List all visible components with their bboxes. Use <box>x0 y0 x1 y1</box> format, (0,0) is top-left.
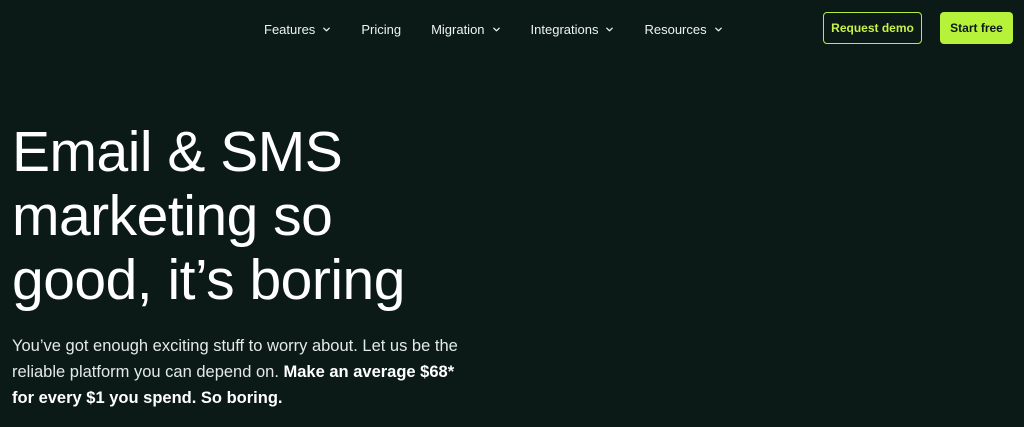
nav-item-resources[interactable]: Resources <box>644 22 722 37</box>
start-free-button[interactable]: Start free <box>940 12 1013 44</box>
hero-title-line: Email & SMS <box>12 120 343 184</box>
chevron-down-icon <box>605 25 614 34</box>
chevron-down-icon <box>492 25 501 34</box>
hero-subtitle: You’ve got enough exciting stuff to worr… <box>12 333 462 411</box>
page: Features Pricing Migration Integrations … <box>0 0 1024 427</box>
nav-item-pricing[interactable]: Pricing <box>361 22 401 37</box>
hero-title-line: marketing so <box>12 184 333 248</box>
chevron-down-icon <box>714 25 723 34</box>
nav-item-features[interactable]: Features <box>264 22 331 37</box>
request-demo-button[interactable]: Request demo <box>823 12 922 44</box>
main-nav: Features Pricing Migration Integrations … <box>264 16 723 42</box>
nav-item-label: Pricing <box>361 21 402 37</box>
chevron-down-icon <box>322 25 331 34</box>
nav-item-label: Migration <box>431 21 485 37</box>
nav-item-integrations[interactable]: Integrations <box>531 22 615 37</box>
nav-item-label: Integrations <box>530 21 599 37</box>
hero-title-line: good, it’s boring <box>12 248 405 312</box>
nav-item-migration[interactable]: Migration <box>431 22 500 37</box>
nav-item-label: Resources <box>644 21 707 37</box>
hero-title: Email & SMS marketing so good, it’s bori… <box>12 120 482 312</box>
nav-item-label: Features <box>264 21 316 37</box>
